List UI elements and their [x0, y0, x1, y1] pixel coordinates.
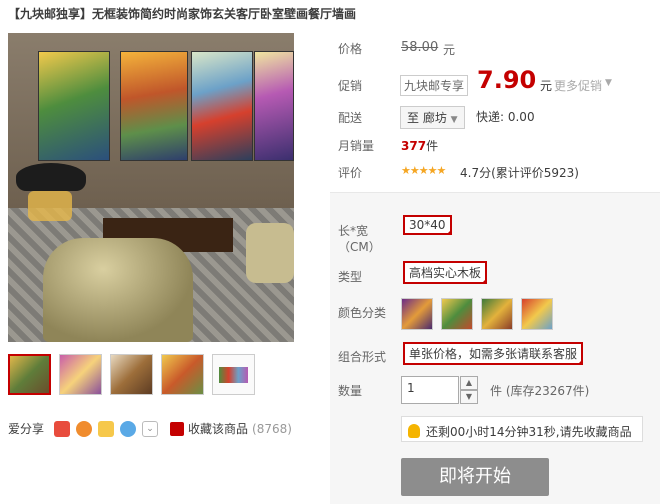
combo-label: 组合形式 — [338, 350, 387, 364]
countdown-notice: 还剩00小时14分钟31秒,请先收藏商品 — [401, 416, 643, 442]
favorite-icon — [170, 421, 184, 436]
main-product-image — [8, 33, 294, 342]
more-share-icon[interactable]: ⌄ — [142, 420, 159, 437]
review-label: 评价 — [338, 166, 363, 180]
thumbnail-list — [8, 354, 255, 395]
qzone-icon[interactable] — [98, 420, 115, 437]
color-swatches — [401, 298, 553, 330]
painting-panel — [191, 51, 253, 161]
promo-tag: 九块邮专享 — [400, 75, 469, 96]
sales-label: 月销量 — [338, 139, 375, 153]
shipping-fee: 快递: 0.00 — [476, 110, 535, 124]
quantity-input[interactable]: 1 — [401, 376, 459, 404]
thumbnail-mini — [219, 367, 248, 383]
share-icon-1[interactable] — [54, 420, 71, 437]
buy-button[interactable]: 即将开始 — [401, 458, 549, 496]
weibo-icon[interactable] — [76, 420, 93, 437]
color-swatch-3[interactable] — [481, 298, 513, 330]
promo-label: 促销 — [338, 79, 363, 93]
sales-count-wrap: 377件 — [401, 137, 438, 154]
quantity-decrease[interactable]: ▼ — [460, 390, 478, 404]
product-info-panel: 价格 58.00 元 促销 九块邮专享 7.90 元 更多促销 ▼ 配送 至 廊… — [330, 0, 660, 504]
favorite-count: (8768) — [252, 421, 292, 436]
thumbnail-5[interactable] — [212, 354, 255, 395]
painting-panel — [120, 51, 188, 161]
color-swatch-2[interactable] — [441, 298, 473, 330]
stock-info: 件 (库存23267件) — [490, 384, 590, 398]
promo-price-unit: 元 — [540, 79, 553, 93]
color-label: 颜色分类 — [338, 306, 387, 320]
product-title: 【九块邮独享】无框装饰简约时尚家饰玄关客厅卧室壁画餐厅墙画 — [8, 7, 357, 21]
rating-stars: ★★★★★ — [401, 164, 446, 177]
side-chair — [246, 223, 294, 283]
sales-count: 377 — [401, 139, 427, 153]
more-promo-link[interactable]: 更多促销 — [554, 77, 602, 94]
shipping-destination-select[interactable]: 至 廊坊 ▼ — [400, 106, 465, 129]
price-label: 价格 — [338, 42, 363, 56]
select-arrow-icon: ▼ — [450, 115, 458, 125]
quantity-label: 数量 — [338, 384, 363, 398]
type-option-selected[interactable]: 高档实心木板 — [403, 261, 488, 284]
quantity-increase[interactable]: ▲ — [460, 376, 478, 390]
shipping-destination: 至 廊坊 — [407, 111, 447, 125]
rating-text[interactable]: 4.7分(累计评价5923) — [460, 164, 579, 181]
countdown-text: 还剩00小时14分钟31秒,请先收藏商品 — [426, 424, 632, 439]
type-label: 类型 — [338, 270, 363, 284]
thumbnail-3[interactable] — [110, 354, 153, 395]
painting-panel — [254, 51, 294, 161]
thumbnail-4[interactable] — [161, 354, 204, 395]
promo-price: 7.90 — [477, 66, 537, 94]
lamp-shade — [16, 163, 86, 191]
armchair — [43, 238, 193, 342]
original-price-unit: 元 — [443, 43, 456, 57]
shipping-label: 配送 — [338, 111, 363, 125]
thumbnail-2[interactable] — [59, 354, 102, 395]
chevron-down-icon: ▼ — [605, 78, 612, 88]
share-icon-4[interactable] — [120, 420, 137, 437]
favorite-link[interactable]: 收藏该商品 (8768) — [170, 420, 292, 437]
lightbulb-icon — [408, 424, 420, 438]
share-row: 爱分享 ⌄ — [8, 420, 159, 437]
color-swatch-4[interactable] — [521, 298, 553, 330]
size-unit-label: （CM） — [338, 240, 381, 254]
sales-unit: 件 — [426, 139, 439, 153]
combo-option-selected[interactable]: 单张价格，如需多张请联系客服 — [403, 342, 584, 365]
color-swatch-1[interactable] — [401, 298, 433, 330]
thumbnail-1[interactable] — [8, 354, 51, 395]
lamp-base — [28, 191, 72, 221]
size-option-selected[interactable]: 30*40 — [403, 215, 452, 235]
size-label: 长*宽 — [338, 224, 369, 238]
share-label: 爱分享 — [8, 422, 45, 436]
painting-panel — [38, 51, 110, 161]
original-price: 58.00 — [401, 40, 439, 55]
favorite-label: 收藏该商品 — [188, 422, 249, 436]
